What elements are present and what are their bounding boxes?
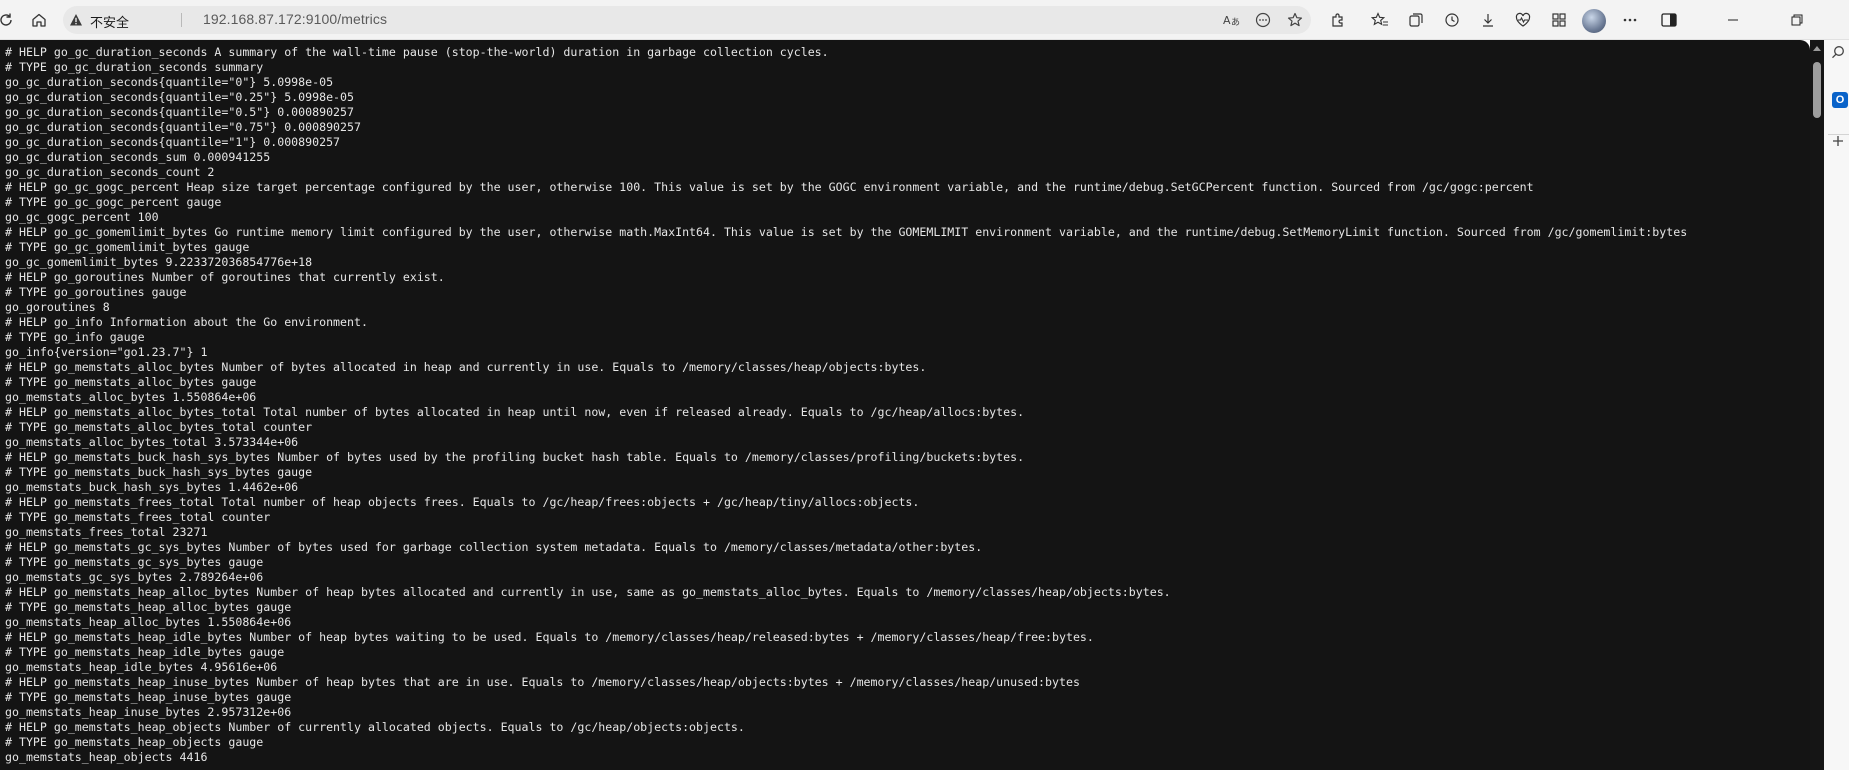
metric-help-line: # HELP go_memstats_heap_inuse_bytes Numb… xyxy=(5,675,1080,689)
metric-sample-line: go_gc_duration_seconds{quantile="0.25"} … xyxy=(5,90,355,104)
warning-triangle-icon[interactable] xyxy=(69,13,83,27)
metric-sample-line: go_memstats_heap_alloc_bytes 1.550864e+0… xyxy=(5,615,292,629)
history-icon[interactable] xyxy=(1438,6,1466,34)
plus-icon[interactable] xyxy=(1828,131,1848,151)
read-aloud-icon[interactable]: Aあ xyxy=(1220,8,1244,32)
metric-type-line: # TYPE go_memstats_heap_inuse_bytes gaug… xyxy=(5,690,292,704)
metric-type-line: # TYPE go_memstats_heap_objects gauge xyxy=(5,735,264,749)
refresh-icon[interactable] xyxy=(0,6,20,34)
puzzle-icon[interactable] xyxy=(1324,6,1352,34)
metric-help-line: # HELP go_memstats_heap_objects Number o… xyxy=(5,720,745,734)
metric-help-line: # HELP go_memstats_heap_idle_bytes Numbe… xyxy=(5,630,1094,644)
metric-sample-line: go_gc_duration_seconds{quantile="0.75"} … xyxy=(5,120,361,134)
metric-sample-line: go_goroutines 8 xyxy=(5,300,110,314)
metric-sample-line: go_memstats_frees_total 23271 xyxy=(5,525,208,539)
metric-type-line: # TYPE go_memstats_buck_hash_sys_bytes g… xyxy=(5,465,313,479)
metric-help-line: # HELP go_goroutines Number of goroutine… xyxy=(5,270,445,284)
metric-type-line: # TYPE go_gc_duration_seconds summary xyxy=(5,60,264,74)
metric-help-line: # HELP go_gc_duration_seconds A summary … xyxy=(5,45,829,59)
metric-help-line: # HELP go_gc_gomemlimit_bytes Go runtime… xyxy=(5,225,1688,239)
restore-icon[interactable] xyxy=(1775,6,1819,34)
metric-type-line: # TYPE go_gc_gogc_percent gauge xyxy=(5,195,222,209)
metric-sample-line: go_memstats_heap_inuse_bytes 2.957312e+0… xyxy=(5,705,292,719)
metric-sample-line: go_gc_gomemlimit_bytes 9.223372036854776… xyxy=(5,255,313,269)
metric-help-line: # HELP go_info Information about the Go … xyxy=(5,315,368,329)
metric-help-line: # HELP go_memstats_buck_hash_sys_bytes N… xyxy=(5,450,1025,464)
page-content: # HELP go_gc_duration_seconds A summary … xyxy=(0,40,1810,770)
metric-sample-line: go_gc_duration_seconds{quantile="1"} 0.0… xyxy=(5,135,341,149)
scroll-up-icon[interactable] xyxy=(1813,46,1821,51)
search-icon[interactable] xyxy=(1828,42,1848,62)
metric-help-line: # HELP go_memstats_alloc_bytes Number of… xyxy=(5,360,927,374)
metric-sample-line: go_gc_duration_seconds{quantile="0"} 5.0… xyxy=(5,75,334,89)
metric-help-line: # HELP go_memstats_frees_total Total num… xyxy=(5,495,920,509)
browser-toolbar: 不安全 192.168.87.172:9100/metrics Aあ xyxy=(0,0,1849,40)
profile-avatar[interactable] xyxy=(1582,9,1606,33)
apps-icon[interactable] xyxy=(1545,6,1573,34)
download-icon[interactable] xyxy=(1474,6,1502,34)
favorites-icon[interactable] xyxy=(1366,6,1394,34)
metric-help-line: # HELP go_gc_gogc_percent Heap size targ… xyxy=(5,180,1534,194)
metric-type-line: # TYPE go_memstats_alloc_bytes_total cou… xyxy=(5,420,313,434)
security-label[interactable]: 不安全 xyxy=(90,12,129,31)
metric-sample-line: go_memstats_buck_hash_sys_bytes 1.4462e+… xyxy=(5,480,299,494)
metric-sample-line: go_gc_duration_seconds{quantile="0.5"} 0… xyxy=(5,105,355,119)
metric-type-line: # TYPE go_info gauge xyxy=(5,330,145,344)
metric-sample-line: go_gc_duration_seconds_count 2 xyxy=(5,165,215,179)
collections-icon[interactable] xyxy=(1402,6,1430,34)
side-panel: O xyxy=(1824,40,1849,770)
metric-sample-line: go_memstats_gc_sys_bytes 2.789264e+06 xyxy=(5,570,264,584)
home-icon[interactable] xyxy=(25,6,53,34)
metric-help-line: # HELP go_memstats_gc_sys_bytes Number o… xyxy=(5,540,983,554)
page-options-icon[interactable] xyxy=(1251,8,1275,32)
url-text[interactable]: 192.168.87.172:9100/metrics xyxy=(203,11,387,27)
metric-type-line: # TYPE go_goroutines gauge xyxy=(5,285,187,299)
metric-type-line: # TYPE go_memstats_gc_sys_bytes gauge xyxy=(5,555,264,569)
metric-type-line: # TYPE go_memstats_heap_alloc_bytes gaug… xyxy=(5,600,292,614)
sidebar-icon[interactable] xyxy=(1655,6,1683,34)
metric-sample-line: go_gc_gogc_percent 100 xyxy=(5,210,159,224)
address-bar[interactable]: 不安全 192.168.87.172:9100/metrics Aあ xyxy=(63,6,1311,34)
svg-text:あ: あ xyxy=(1231,17,1240,27)
metric-sample-line: go_memstats_alloc_bytes_total 3.573344e+… xyxy=(5,435,299,449)
metric-sample-line: go_memstats_alloc_bytes 1.550864e+06 xyxy=(5,390,257,404)
star-icon[interactable] xyxy=(1283,8,1307,32)
metric-type-line: # TYPE go_memstats_heap_idle_bytes gauge xyxy=(5,645,285,659)
outlook-icon[interactable]: O xyxy=(1832,92,1848,108)
metric-type-line: # TYPE go_memstats_alloc_bytes gauge xyxy=(5,375,257,389)
scrollbar-thumb[interactable] xyxy=(1813,62,1821,118)
metrics-text: # HELP go_gc_duration_seconds A summary … xyxy=(5,45,1687,765)
metric-sample-line: go_memstats_heap_objects 4416 xyxy=(5,750,208,764)
metric-help-line: # HELP go_memstats_heap_alloc_bytes Numb… xyxy=(5,585,1171,599)
heartbeat-icon[interactable] xyxy=(1509,6,1537,34)
metric-sample-line: go_gc_duration_seconds_sum 0.000941255 xyxy=(5,150,271,164)
metric-type-line: # TYPE go_memstats_frees_total counter xyxy=(5,510,271,524)
metric-sample-line: go_info{version="go1.23.7"} 1 xyxy=(5,345,208,359)
vertical-scrollbar[interactable] xyxy=(1810,40,1824,770)
address-divider xyxy=(181,13,182,27)
metric-type-line: # TYPE go_gc_gomemlimit_bytes gauge xyxy=(5,240,250,254)
svg-text:A: A xyxy=(1223,14,1231,27)
metric-sample-line: go_memstats_heap_idle_bytes 4.95616e+06 xyxy=(5,660,278,674)
more-icon[interactable] xyxy=(1616,6,1644,34)
minimize-icon[interactable] xyxy=(1711,6,1755,34)
metric-help-line: # HELP go_memstats_alloc_bytes_total Tot… xyxy=(5,405,1025,419)
